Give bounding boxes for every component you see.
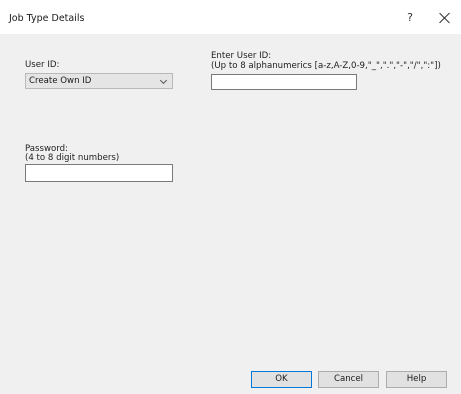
window-title: Job Type Details: [9, 13, 85, 24]
job-type-details-dialog: Job Type Details ? User ID: Create Own I…: [0, 0, 461, 394]
user-id-selected-value: Create Own ID: [29, 76, 92, 86]
user-id-label: User ID:: [25, 60, 60, 70]
enter-user-id-input[interactable]: [211, 74, 357, 90]
close-icon[interactable]: [437, 10, 453, 26]
ok-button[interactable]: OK: [251, 371, 312, 388]
user-id-dropdown[interactable]: Create Own ID: [25, 73, 173, 89]
enter-user-id-hint: (Up to 8 alphanumerics [a-z,A-Z,0-9,"_",…: [211, 61, 441, 71]
help-question-button[interactable]: ?: [403, 11, 417, 25]
password-hint: (4 to 8 digit numbers): [25, 153, 120, 163]
cancel-button[interactable]: Cancel: [318, 371, 379, 388]
enter-user-id-label: Enter User ID:: [211, 51, 272, 61]
password-input[interactable]: [25, 164, 173, 182]
title-bar: Job Type Details ?: [0, 0, 461, 34]
chevron-down-icon: [159, 76, 168, 85]
help-button[interactable]: Help: [386, 371, 447, 388]
